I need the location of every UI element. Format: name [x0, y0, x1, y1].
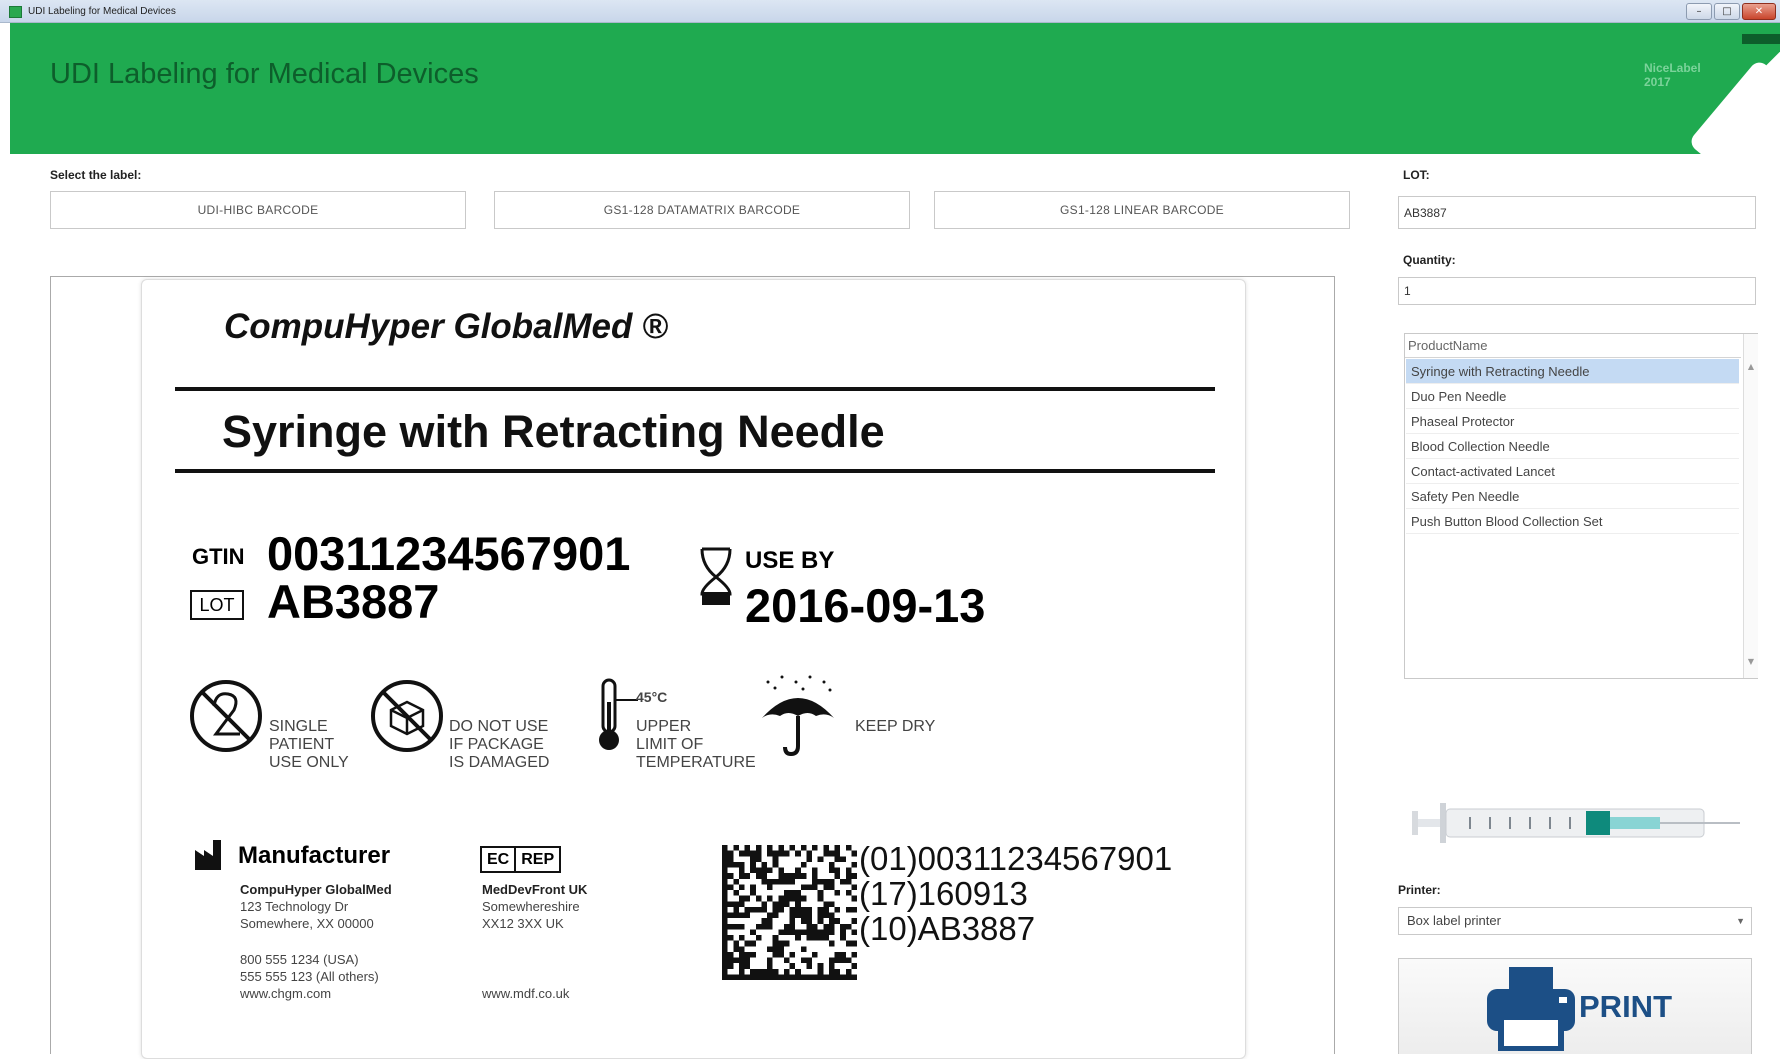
- use-by-label: USE BY: [745, 547, 835, 574]
- phone-line: 555 555 123 (All others): [240, 969, 379, 984]
- barcode-hri: (01)00311234567901 (17)160913 (10)AB3887: [859, 841, 1172, 946]
- brand-year: 2017: [1644, 75, 1671, 89]
- damaged-text: DO NOT USE IF PACKAGE IS DAMAGED: [449, 718, 549, 772]
- datamatrix-barcode: [722, 845, 857, 980]
- manufacturer-phones: 800 555 1234 (USA) 555 555 123 (All othe…: [240, 951, 379, 1002]
- company-name: CompuHyper GlobalMed ®: [224, 307, 668, 346]
- hourglass-icon: [700, 547, 732, 605]
- list-item[interactable]: Safety Pen Needle: [1406, 484, 1739, 509]
- label-preview: CompuHyper GlobalMed ® Syringe with Retr…: [50, 276, 1335, 1059]
- manufacturer-address: 123 Technology Dr Somewhere, XX 00000: [240, 898, 374, 932]
- udi-hibc-button[interactable]: UDI-HIBC BARCODE: [50, 191, 466, 229]
- close-button[interactable]: ✕: [1742, 3, 1776, 20]
- lot-field-label: LOT:: [1403, 168, 1430, 182]
- temperature-line: UPPER: [636, 718, 692, 735]
- damaged-line: DO NOT USE: [449, 718, 549, 735]
- product-name: Syringe with Retracting Needle: [222, 406, 885, 457]
- gtin-label: GTIN: [192, 544, 245, 569]
- temperature-line: LIMIT OF: [636, 736, 704, 753]
- list-item[interactable]: Push Button Blood Collection Set: [1406, 509, 1739, 534]
- list-scrollbar[interactable]: ▲ ▼: [1743, 334, 1758, 678]
- phone-line: 800 555 1234 (USA): [240, 952, 359, 967]
- single-use-icon: [190, 680, 262, 752]
- window-titlebar: UDI Labeling for Medical Devices – □ ✕: [0, 0, 1780, 23]
- rep-text: REP: [514, 848, 559, 871]
- gtin-value: 00311234567901: [267, 527, 631, 580]
- address-line: 123 Technology Dr: [240, 899, 349, 914]
- printer-select[interactable]: Box label printer ▼: [1398, 907, 1752, 935]
- divider-top: [175, 387, 1215, 391]
- address-line: Somewhere, XX 00000: [240, 916, 374, 931]
- lot-value: AB3887: [267, 575, 440, 628]
- thermometer-icon: [599, 678, 638, 750]
- manufacturer-icon: [195, 840, 221, 870]
- ec-rep-web: www.mdf.co.uk: [482, 986, 570, 1001]
- app-title: UDI Labeling for Medical Devices: [50, 58, 479, 90]
- brand-text: NiceLabel 2017: [1644, 61, 1701, 89]
- print-label: PRINT: [1579, 989, 1672, 1024]
- printer-value: Box label printer: [1407, 913, 1501, 928]
- temperature-text: UPPER LIMIT OF TEMPERATURE: [636, 718, 756, 772]
- manufacturer-name: CompuHyper GlobalMed: [240, 882, 392, 897]
- single-use-line: PATIENT: [269, 736, 335, 753]
- hri-line: (10)AB3887: [859, 910, 1036, 947]
- single-use-line: SINGLE: [269, 718, 328, 735]
- app-icon: [9, 6, 22, 18]
- brand-name: NiceLabel: [1644, 61, 1701, 75]
- single-use-text: SINGLE PATIENT USE ONLY: [269, 718, 349, 772]
- quantity-label: Quantity:: [1403, 253, 1456, 267]
- list-item-selected[interactable]: Syringe with Retracting Needle: [1406, 359, 1739, 384]
- damaged-package-icon: [371, 680, 443, 752]
- dropdown-arrow-icon[interactable]: ▼: [1736, 908, 1745, 934]
- scroll-down-icon[interactable]: ▼: [1744, 657, 1758, 666]
- maximize-button[interactable]: □: [1714, 3, 1740, 20]
- damaged-line: IS DAMAGED: [449, 754, 550, 771]
- ec-text: EC: [487, 851, 510, 868]
- temperature-value: 45°C: [636, 689, 668, 705]
- brand-logo: [1742, 34, 1780, 44]
- ec-rep-name: MedDevFront UK: [482, 882, 588, 897]
- scroll-up-icon[interactable]: ▲: [1744, 362, 1758, 371]
- gs1-datamatrix-button[interactable]: GS1-128 DATAMATRIX BARCODE: [494, 191, 910, 229]
- damaged-line: IF PACKAGE: [449, 736, 544, 753]
- keep-dry-text: KEEP DRY: [855, 718, 936, 735]
- product-image: [1412, 803, 1740, 843]
- temperature-line: TEMPERATURE: [636, 754, 756, 771]
- label-card: CompuHyper GlobalMed ® Syringe with Retr…: [141, 279, 1246, 1059]
- address-line: Somewhereshire: [482, 899, 580, 914]
- web-line: www.chgm.com: [240, 986, 332, 1001]
- list-item[interactable]: Contact-activated Lancet: [1406, 459, 1739, 484]
- address-line: XX12 3XX UK: [482, 916, 564, 931]
- list-column-header[interactable]: ProductName: [1405, 334, 1741, 358]
- print-button[interactable]: PRINT: [1398, 958, 1752, 1054]
- window-title: UDI Labeling for Medical Devices: [28, 6, 176, 17]
- use-by-date: 2016-09-13: [745, 579, 986, 632]
- ec-rep-symbol: EC REP: [480, 846, 562, 873]
- lot-symbol: LOT: [190, 590, 244, 620]
- umbrella-icon: [762, 675, 834, 756]
- app-header: UDI Labeling for Medical Devices NiceLab…: [10, 23, 1780, 154]
- list-item[interactable]: Blood Collection Needle: [1406, 434, 1739, 459]
- lot-input[interactable]: [1398, 196, 1756, 229]
- manufacturer-title: Manufacturer: [238, 842, 391, 869]
- gs1-linear-button[interactable]: GS1-128 LINEAR BARCODE: [934, 191, 1350, 229]
- hri-line: (17)160913: [859, 875, 1028, 912]
- divider-bottom: [175, 469, 1215, 473]
- ec-rep-address: Somewhereshire XX12 3XX UK: [482, 898, 580, 932]
- list-item[interactable]: Phaseal Protector: [1406, 409, 1739, 434]
- list-item[interactable]: Duo Pen Needle: [1406, 384, 1739, 409]
- printer-icon: [1487, 967, 1575, 1051]
- hri-line: (01)00311234567901: [859, 840, 1173, 877]
- single-use-line: USE ONLY: [269, 754, 349, 771]
- quantity-input[interactable]: [1398, 277, 1756, 305]
- printer-label: Printer:: [1398, 883, 1441, 897]
- product-list[interactable]: ProductName Syringe with Retracting Need…: [1404, 333, 1758, 679]
- minimize-button[interactable]: –: [1686, 3, 1712, 20]
- select-label-title: Select the label:: [50, 168, 142, 182]
